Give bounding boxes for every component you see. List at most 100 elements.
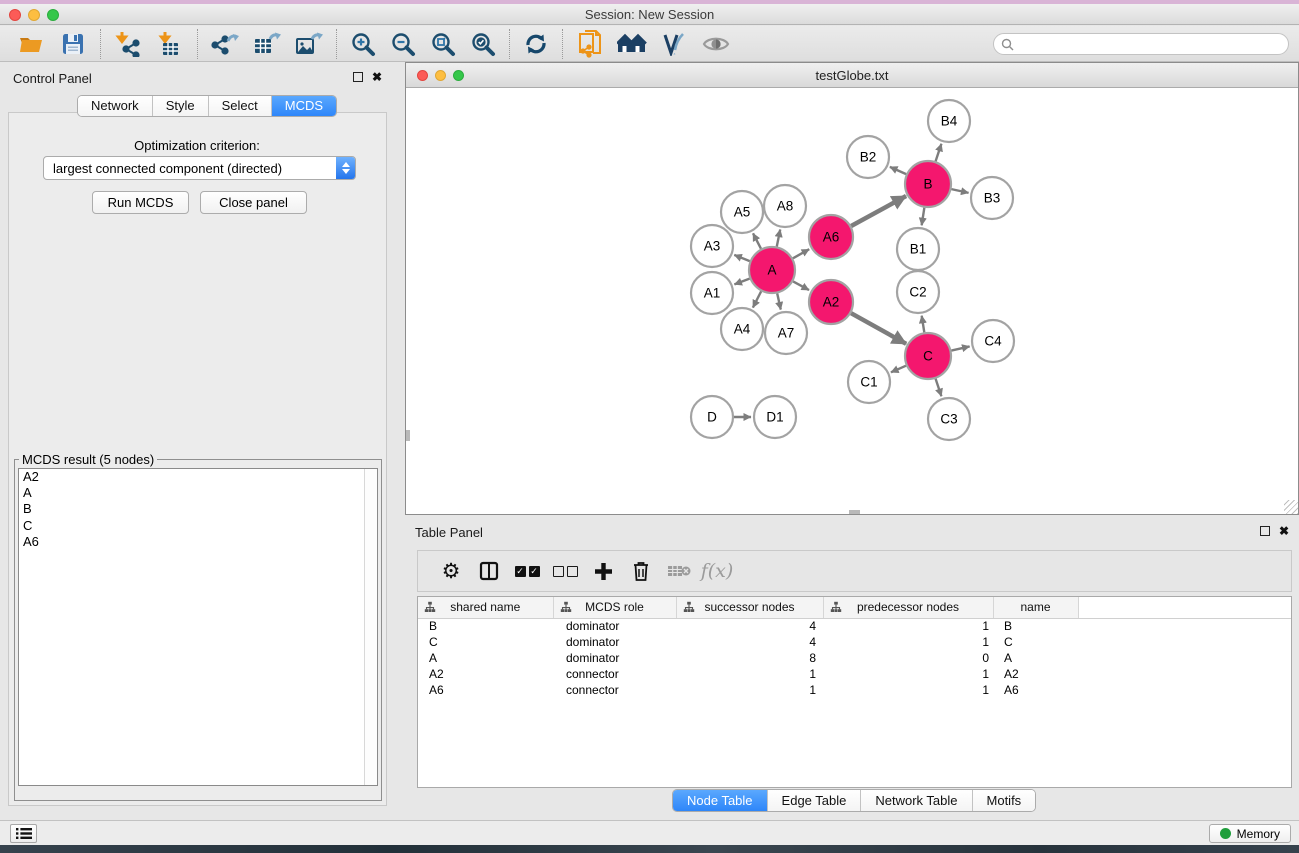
tab-network[interactable]: Network	[78, 96, 153, 116]
column-header-shared-name[interactable]: shared name	[418, 597, 553, 618]
edge-B-B4[interactable]	[936, 144, 942, 161]
apply-layout-icon[interactable]	[516, 28, 556, 60]
network-graph[interactable]: B4B2BB3A5A8A6A3B1AA1C2A2A4A7C4CC1C3DD1	[406, 88, 1298, 514]
edge-C-C3[interactable]	[936, 379, 942, 396]
table-row[interactable]: A2connector11A2	[418, 666, 1292, 682]
edge-A-A3[interactable]	[734, 255, 749, 261]
node-A6[interactable]: A6	[809, 215, 853, 259]
table-cell[interactable]: B	[418, 618, 553, 634]
zoom-fit-icon[interactable]	[423, 28, 463, 60]
column-header-name[interactable]: name	[993, 597, 1078, 618]
gear-icon[interactable]: ⚙	[432, 554, 470, 588]
table-cell[interactable]: 1	[823, 634, 993, 650]
open-session-icon[interactable]	[10, 28, 52, 60]
node-A4[interactable]: A4	[721, 308, 763, 350]
edge-A-A6[interactable]	[793, 249, 809, 258]
edge-C-C1[interactable]	[891, 366, 906, 373]
mcds-result-item[interactable]: B	[19, 501, 377, 517]
mcds-result-item[interactable]: A6	[19, 534, 377, 550]
close-panel-icon[interactable]: ✖	[372, 72, 382, 82]
node-B4[interactable]: B4	[928, 100, 970, 142]
node-C[interactable]: C	[905, 333, 951, 379]
search-input[interactable]	[1014, 37, 1288, 51]
table-cell[interactable]: A6	[418, 682, 553, 698]
mcds-result-item[interactable]: C	[19, 518, 377, 534]
export-network-icon[interactable]	[204, 28, 246, 60]
table-cell[interactable]: 4	[676, 618, 823, 634]
network-window-titlebar[interactable]: testGlobe.txt	[406, 63, 1298, 88]
dropdown-stepper-icon[interactable]	[336, 157, 355, 179]
mcds-result-list[interactable]: A2ABCA6	[18, 468, 378, 786]
table-cell[interactable]: 1	[676, 666, 823, 682]
table-cell[interactable]: B	[993, 618, 1078, 634]
edge-C-C4[interactable]	[951, 346, 969, 350]
delete-column-icon[interactable]	[622, 554, 660, 588]
vertical-scroll-mark[interactable]	[406, 430, 410, 441]
table-cell[interactable]: 1	[676, 682, 823, 698]
import-table-icon[interactable]	[149, 28, 191, 60]
node-B2[interactable]: B2	[847, 136, 889, 178]
table-cell[interactable]: dominator	[553, 618, 676, 634]
edge-A-A7[interactable]	[777, 293, 781, 309]
import-network-icon[interactable]	[107, 28, 149, 60]
vizmapper-icon[interactable]	[653, 28, 695, 60]
edge-A-A1[interactable]	[734, 279, 749, 285]
tab-style[interactable]: Style	[153, 96, 209, 116]
column-header-predecessor-nodes[interactable]: predecessor nodes	[823, 597, 993, 618]
tab-motifs[interactable]: Motifs	[973, 790, 1036, 811]
table-row[interactable]: Adominator80A	[418, 650, 1292, 666]
table-cell[interactable]: 8	[676, 650, 823, 666]
table-row[interactable]: A6connector11A6	[418, 682, 1292, 698]
tab-edge-table[interactable]: Edge Table	[768, 790, 862, 811]
table-row[interactable]: Bdominator41B	[418, 618, 1292, 634]
edge-A-A8[interactable]	[777, 230, 780, 247]
edge-B-B1[interactable]	[922, 208, 925, 226]
node-A3[interactable]: A3	[691, 225, 733, 267]
node-A8[interactable]: A8	[764, 185, 806, 227]
table-cell[interactable]: connector	[553, 682, 676, 698]
horizontal-scroll-mark[interactable]	[849, 510, 860, 514]
mcds-result-item[interactable]: A	[19, 485, 377, 501]
node-A1[interactable]: A1	[691, 272, 733, 314]
tab-mcds[interactable]: MCDS	[272, 96, 336, 116]
table-cell[interactable]: A	[418, 650, 553, 666]
edge-A-A4[interactable]	[753, 291, 761, 307]
float-panel-icon[interactable]	[1260, 526, 1270, 536]
split-columns-icon[interactable]	[470, 554, 508, 588]
list-scrollbar[interactable]	[364, 469, 377, 785]
mcds-result-item[interactable]: A2	[19, 469, 377, 485]
edge-A6-B[interactable]	[851, 196, 906, 226]
export-table-icon[interactable]	[246, 28, 288, 60]
table-row[interactable]: Cdominator41C	[418, 634, 1292, 650]
node-C3[interactable]: C3	[928, 398, 970, 440]
column-header-MCDS-role[interactable]: MCDS role	[553, 597, 676, 618]
table-cell[interactable]: dominator	[553, 634, 676, 650]
edge-B-B3[interactable]	[951, 189, 968, 193]
close-panel-icon[interactable]: ✖	[1279, 526, 1289, 536]
table-cell[interactable]: A2	[993, 666, 1078, 682]
zoom-in-icon[interactable]	[343, 28, 383, 60]
table-cell[interactable]: 4	[676, 634, 823, 650]
tab-select[interactable]: Select	[209, 96, 272, 116]
table-cell[interactable]: 1	[823, 618, 993, 634]
float-panel-icon[interactable]	[353, 72, 363, 82]
node-C2[interactable]: C2	[897, 271, 939, 313]
table-cell[interactable]: C	[993, 634, 1078, 650]
tab-node-table[interactable]: Node Table	[673, 790, 768, 811]
table-cell[interactable]: A6	[993, 682, 1078, 698]
add-column-icon[interactable]	[584, 554, 622, 588]
table-cell[interactable]: 1	[823, 682, 993, 698]
node-A5[interactable]: A5	[721, 191, 763, 233]
edge-A-A5[interactable]	[753, 233, 761, 248]
edge-A-A2[interactable]	[793, 281, 809, 290]
node-A2[interactable]: A2	[809, 280, 853, 324]
window-resize-grip[interactable]	[1284, 500, 1298, 514]
node-D1[interactable]: D1	[754, 396, 796, 438]
zoom-selected-icon[interactable]	[463, 28, 503, 60]
node-B1[interactable]: B1	[897, 228, 939, 270]
table-cell[interactable]: C	[418, 634, 553, 650]
run-mcds-button[interactable]: Run MCDS	[92, 191, 189, 214]
table-cell[interactable]: 1	[823, 666, 993, 682]
zoom-out-icon[interactable]	[383, 28, 423, 60]
node-B3[interactable]: B3	[971, 177, 1013, 219]
